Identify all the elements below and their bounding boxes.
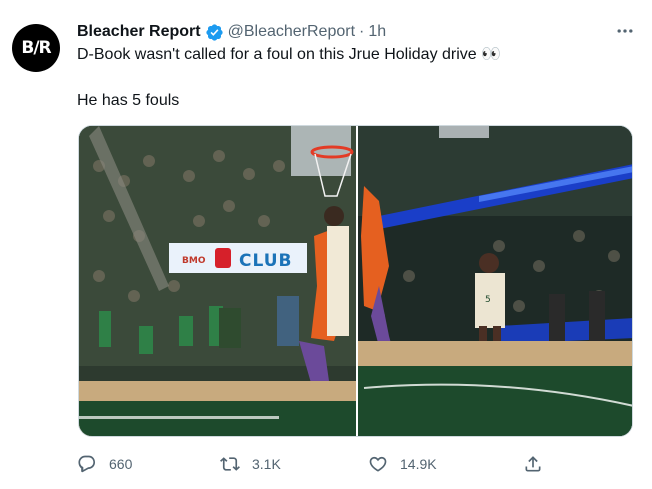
retweet-count: 3.1K	[252, 456, 281, 472]
bmo-sign-text: BMO	[182, 256, 206, 266]
right-frame: 5	[358, 126, 632, 436]
jersey-number-text: 5	[485, 295, 491, 305]
tweet-media[interactable]: BMO CLUB 5	[78, 125, 633, 437]
avatar-logo-text: B/R	[21, 38, 51, 58]
share-icon	[525, 456, 541, 472]
reply-icon	[78, 455, 96, 473]
share-button[interactable]	[523, 452, 555, 476]
avatar[interactable]: B/R	[12, 24, 60, 72]
retweet-button[interactable]: 3.1K	[220, 452, 281, 476]
club-sign-text: CLUB	[239, 251, 292, 271]
tweet-timestamp[interactable]: 1h	[368, 23, 386, 41]
tweet-header: Bleacher Report @BleacherReport · 1h	[77, 21, 386, 43]
reply-count: 660	[109, 456, 133, 472]
like-button[interactable]: 14.9K	[368, 452, 437, 476]
tweet-text-line-2: He has 5 fouls	[77, 92, 180, 109]
tweet-text-line-1: D-Book wasn't called for a foul on this …	[77, 46, 502, 63]
separator-dot: ·	[359, 23, 365, 40]
like-count: 14.9K	[400, 456, 437, 472]
media-image: BMO CLUB 5	[79, 126, 632, 436]
retweet-icon	[220, 457, 240, 471]
heart-icon	[369, 456, 387, 472]
tweet-actions: 660 3.1K 14.9K	[77, 452, 557, 476]
display-name[interactable]: Bleacher Report	[77, 23, 201, 41]
tweet-card[interactable]: B/R Bleacher Report @BleacherReport · 1h…	[0, 0, 652, 489]
left-frame: BMO CLUB	[79, 126, 356, 436]
user-handle[interactable]: @BleacherReport	[228, 23, 355, 41]
reply-button[interactable]: 660	[77, 452, 132, 476]
verified-badge-icon	[205, 23, 224, 42]
more-icon[interactable]	[614, 22, 636, 40]
